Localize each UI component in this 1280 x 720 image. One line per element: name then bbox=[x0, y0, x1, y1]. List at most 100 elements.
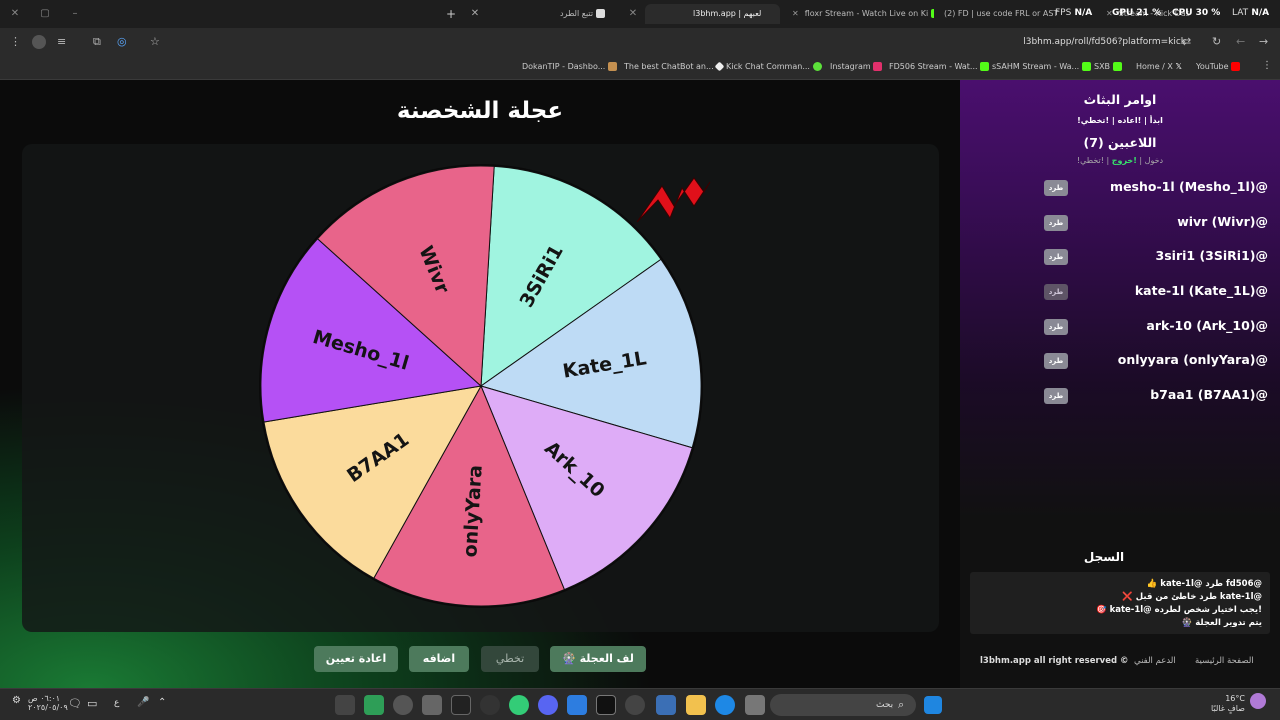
url-field[interactable]: l3bhm.app/roll/fd506?platform=kick bbox=[1023, 37, 1186, 47]
skip-button[interactable]: تخطي bbox=[481, 646, 539, 672]
settings-app-icon[interactable] bbox=[393, 695, 413, 715]
spin-wheel[interactable]: 3SiRi1Kate_1LArk_10onlyYaraB7AA1Mesho_1l… bbox=[22, 144, 939, 632]
tab-l3bhm[interactable]: l3bhm.app | لعبهم bbox=[645, 4, 780, 24]
back-icon[interactable]: → bbox=[1259, 35, 1268, 49]
reset-button[interactable]: اعادة تعيين bbox=[314, 646, 398, 672]
kick-chat-favicon-icon bbox=[812, 62, 822, 71]
bookmark-chatbot[interactable]: The best ChatBot an... bbox=[624, 61, 725, 72]
new-tab-icon[interactable]: + bbox=[445, 8, 457, 20]
reading-list-icon[interactable]: ≡ bbox=[57, 35, 66, 49]
kick-player-button[interactable]: طرد bbox=[1044, 249, 1068, 265]
app-icon[interactable] bbox=[480, 695, 500, 715]
app-icon[interactable] bbox=[625, 695, 645, 715]
kick-player-button[interactable]: طرد bbox=[1044, 215, 1068, 231]
tab-floxr[interactable]: ✕ floxr Stream - Watch Live on Ki bbox=[786, 4, 934, 24]
kick-player-button[interactable]: طرد bbox=[1044, 353, 1068, 369]
bookmark-ssahm[interactable]: sSAHM Stream - Wa... bbox=[992, 62, 1091, 71]
minimize-window-icon[interactable]: – bbox=[69, 8, 81, 20]
footer-home-link[interactable]: الصفحة الرئيسية bbox=[1195, 656, 1254, 666]
dokantip-favicon-icon bbox=[607, 62, 617, 71]
footer-copyright: l3bhm.app all right reserved © bbox=[980, 656, 1129, 666]
bookmark-instagram[interactable]: Instagram bbox=[830, 62, 883, 71]
bookmark-label: Home / X bbox=[1136, 62, 1173, 71]
start-windows-icon[interactable] bbox=[924, 696, 942, 714]
clock[interactable]: ٠٦:٠١ ص ٢٠٢٥/٠٥/٠٩ bbox=[28, 694, 68, 712]
bookmark-label: DokanTIP - Dashbo... bbox=[522, 62, 606, 71]
gear-tray-icon[interactable]: ⚙ bbox=[12, 695, 21, 706]
site-settings-icon[interactable]: ⇄ bbox=[1182, 35, 1191, 49]
favorite-star-icon[interactable]: ☆ bbox=[150, 35, 160, 49]
read-aloud-icon[interactable]: ◎ bbox=[117, 35, 127, 49]
player-row: طرد wivr (Wivr)@ bbox=[1042, 214, 1268, 234]
bookmark-label: Kick Chat Comman... bbox=[726, 62, 810, 71]
bookmark-kick-chat[interactable]: Kick Chat Comman... bbox=[726, 62, 822, 71]
app-icon[interactable] bbox=[335, 695, 355, 715]
tab-close-icon[interactable]: ✕ bbox=[627, 8, 639, 20]
taskbar-search[interactable]: بحث ⌕ bbox=[770, 694, 916, 716]
players-title: اللاعبين (7) bbox=[1083, 135, 1157, 150]
microphone-icon[interactable]: 🎤 bbox=[137, 697, 149, 708]
file-explorer-icon[interactable] bbox=[686, 695, 706, 715]
player-name: b7aa1 (B7AA1)@ bbox=[1150, 387, 1268, 402]
wheel-emoji-icon: 🎡 bbox=[562, 652, 576, 665]
address-bar: ⋮ ≡ ⧉ ◎ ☆ l3bhm.app/roll/fd506?platform=… bbox=[0, 28, 1280, 56]
cpu-overlay: CPU 30 % bbox=[1172, 8, 1221, 18]
app-icon[interactable] bbox=[364, 695, 384, 715]
tab-close-icon[interactable]: ✕ bbox=[469, 8, 481, 20]
spin-wheel-button[interactable]: 🎡 لف العجلة bbox=[550, 646, 646, 672]
discord-icon[interactable] bbox=[538, 695, 558, 715]
kick-player-button[interactable]: طرد bbox=[1044, 319, 1068, 335]
restore-window-icon[interactable]: ▢ bbox=[39, 8, 51, 20]
player-row: طرد mesho-1l (Mesho_1l)@ bbox=[1042, 179, 1268, 199]
profile-avatar[interactable] bbox=[32, 35, 46, 49]
bookmarks-bar: ⋮ DokanTIP - Dashbo... The best ChatBot … bbox=[0, 56, 1280, 80]
streamer-commands-title: اوامر البثاث bbox=[1083, 92, 1157, 107]
tab-close-icon[interactable]: ✕ bbox=[792, 9, 799, 18]
kick-favicon-icon bbox=[980, 62, 990, 71]
kick-player-button[interactable]: طرد bbox=[1044, 284, 1068, 300]
app-icon[interactable] bbox=[451, 695, 471, 715]
skip-command: !تخطي bbox=[1080, 156, 1104, 165]
bookmark-dokantip[interactable]: DokanTIP - Dashbo... bbox=[522, 62, 617, 71]
weather-widget[interactable]: 16°C صافٍ غالبًا bbox=[1211, 694, 1245, 714]
bookmark-sxb[interactable]: SXB bbox=[1094, 62, 1122, 71]
language-indicator[interactable]: ع bbox=[114, 698, 119, 708]
sidebar: اوامر البثاث !ابدأ | !اعاده | !تخطي اللا… bbox=[960, 80, 1280, 688]
notification-icon[interactable]: 🗨 bbox=[68, 697, 82, 710]
kick-player-button[interactable]: طرد bbox=[1044, 180, 1068, 196]
collections-icon[interactable]: ⧉ bbox=[93, 35, 101, 49]
close-window-icon[interactable]: ✕ bbox=[9, 8, 21, 20]
add-button[interactable]: اضافه bbox=[409, 646, 469, 672]
bookmark-fd506[interactable]: FD506 Stream - Wat... bbox=[889, 62, 990, 71]
bookmark-x[interactable]: Home / X 𝕏 bbox=[1136, 62, 1182, 71]
reload-icon[interactable]: ↻ bbox=[1212, 35, 1221, 49]
menu-dots-icon[interactable]: ⋮ bbox=[10, 35, 21, 49]
clock-time: ٠٦:٠١ ص bbox=[28, 694, 61, 703]
clock-date: ٢٠٢٥/٠٥/٠٩ bbox=[28, 703, 68, 712]
edge-icon[interactable] bbox=[715, 695, 735, 715]
kick-player-button[interactable]: طرد bbox=[1044, 388, 1068, 404]
fps-value: N/A bbox=[1074, 8, 1093, 18]
gpu-overlay: GPU 21 % bbox=[1112, 8, 1162, 18]
more-bookmarks-icon[interactable]: ⋮ bbox=[1262, 60, 1272, 71]
store-icon[interactable] bbox=[422, 695, 442, 715]
lat-label: LAT bbox=[1232, 8, 1249, 18]
player-row: طرد b7aa1 (B7AA1)@ bbox=[1042, 387, 1268, 407]
battery-icon[interactable]: ▭ bbox=[87, 697, 97, 710]
x-logo-icon: 𝕏 bbox=[1175, 62, 1182, 71]
chrome-icon[interactable] bbox=[509, 695, 529, 715]
log-entry: 🎯 kate-1l@ يجب اختيار شخص لطرده! bbox=[1096, 605, 1262, 615]
task-view-icon[interactable] bbox=[745, 695, 765, 715]
app-icon[interactable] bbox=[596, 695, 616, 715]
browser-tab-bar: ✕ ▢ – + ✕ تتبع الطرد ✕ l3bhm.app | لعبهم… bbox=[0, 0, 1280, 28]
bookmark-youtube[interactable]: YouTube bbox=[1196, 62, 1241, 71]
player-row: طرد ark-10 (Ark_10)@ bbox=[1042, 318, 1268, 338]
footer-support-link[interactable]: الدعم الفني bbox=[1134, 656, 1176, 666]
app-icon[interactable] bbox=[567, 695, 587, 715]
bookmark-label: The best ChatBot an... bbox=[624, 62, 714, 71]
forward-icon[interactable]: ← bbox=[1236, 35, 1245, 49]
player-name: 3siri1 (3SiRi1)@ bbox=[1155, 248, 1268, 263]
app-icon[interactable] bbox=[656, 695, 676, 715]
weather-temp: 16°C bbox=[1225, 694, 1245, 703]
tray-overflow-icon[interactable]: ⌃ bbox=[158, 697, 166, 708]
